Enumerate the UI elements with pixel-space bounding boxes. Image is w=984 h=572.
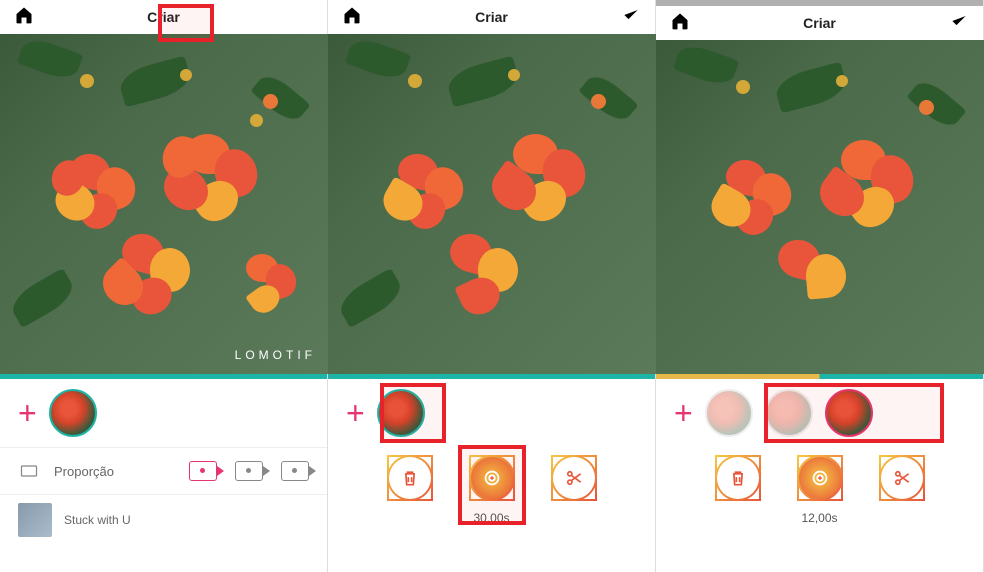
tool-row <box>328 447 655 509</box>
panel-1: Criar <box>0 0 328 572</box>
check-icon[interactable] <box>949 11 969 36</box>
trim-button[interactable] <box>551 455 597 501</box>
duration-label: 30,00s <box>328 509 655 525</box>
music-title: Stuck with U <box>64 513 131 527</box>
clip-thumbnail[interactable] <box>377 389 425 437</box>
duplicate-button[interactable] <box>469 455 515 501</box>
camera-mode-icon[interactable] <box>235 461 263 481</box>
clip-row: + <box>656 379 983 447</box>
tool-row <box>656 447 983 509</box>
panel-3: Criar <box>656 0 984 572</box>
add-clip-button[interactable]: + <box>18 397 37 429</box>
check-icon[interactable] <box>621 5 641 30</box>
music-row[interactable]: Stuck with U <box>0 495 327 545</box>
video-preview[interactable]: LOMOTIF <box>0 34 328 374</box>
add-clip-button[interactable]: + <box>346 397 365 429</box>
video-preview[interactable] <box>656 40 984 374</box>
clip-thumbnail[interactable] <box>49 389 97 437</box>
watermark-text: LOMOTIF <box>235 348 316 362</box>
delete-button[interactable] <box>387 455 433 501</box>
header: Criar <box>656 6 983 40</box>
camera-mode-icon[interactable] <box>281 461 309 481</box>
clip-thumbnail[interactable] <box>705 389 753 437</box>
aspect-icon <box>18 460 40 482</box>
page-title: Criar <box>475 9 508 25</box>
trim-button[interactable] <box>879 455 925 501</box>
add-clip-button[interactable]: + <box>674 397 693 429</box>
home-icon[interactable] <box>342 5 362 30</box>
delete-button[interactable] <box>715 455 761 501</box>
video-preview[interactable] <box>328 34 656 374</box>
panel-2: Criar <box>328 0 656 572</box>
home-icon[interactable] <box>670 11 690 36</box>
page-title: Criar <box>147 9 180 25</box>
header: Criar <box>0 0 327 34</box>
clip-thumbnail-selected[interactable] <box>825 389 873 437</box>
clip-row: + <box>0 379 327 447</box>
aspect-label: Proporção <box>54 464 114 479</box>
music-thumbnail <box>18 503 52 537</box>
option-list: Proporção Stuck with U <box>0 447 327 545</box>
home-icon[interactable] <box>14 5 34 30</box>
download-icon[interactable] <box>293 5 313 30</box>
page-title: Criar <box>803 15 836 31</box>
header: Criar <box>328 0 655 34</box>
duplicate-button[interactable] <box>797 455 843 501</box>
camera-mode-active-icon[interactable] <box>189 461 217 481</box>
aspect-ratio-row[interactable]: Proporção <box>0 448 327 495</box>
duration-label: 12,00s <box>656 509 983 525</box>
clip-row: + <box>328 379 655 447</box>
clip-thumbnail[interactable] <box>765 389 813 437</box>
progress-bar[interactable] <box>0 374 327 379</box>
